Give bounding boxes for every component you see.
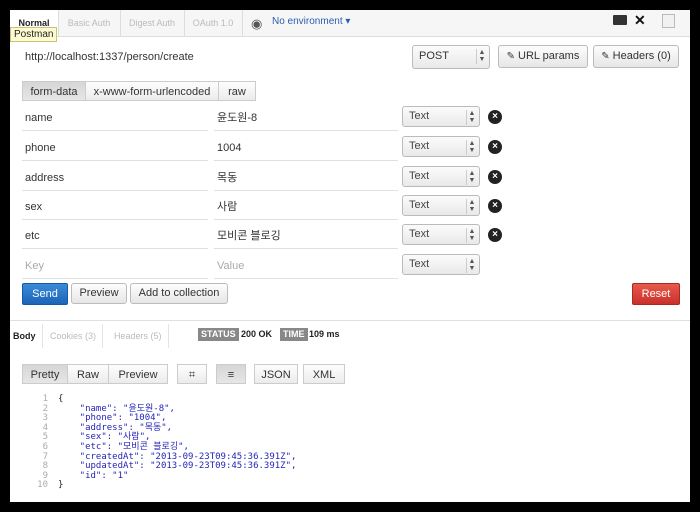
reset-button[interactable]: Reset — [632, 283, 680, 305]
param-type-select[interactable]: Text ▲ ▼ — [402, 254, 480, 275]
expand-icon[interactable]: ⌗ — [177, 364, 207, 384]
close-icon[interactable]: × — [488, 228, 502, 242]
param-type-label: Text — [409, 228, 430, 240]
param-key[interactable]: name — [22, 106, 208, 131]
param-type-label: Text — [409, 110, 430, 122]
param-type-label: Text — [409, 170, 430, 182]
tab-form-data[interactable]: form-data — [22, 81, 86, 101]
keyboard-icon[interactable] — [613, 15, 627, 25]
param-value[interactable]: 사람 — [214, 195, 398, 220]
param-type-label: Text — [409, 258, 430, 270]
window-icon[interactable] — [662, 14, 675, 28]
tab-body[interactable]: Body — [10, 324, 43, 348]
param-value[interactable]: 1004 — [214, 136, 398, 161]
line-number: 10 — [37, 480, 48, 491]
param-type-select[interactable]: Text ▲ ▼ — [402, 136, 480, 157]
tab-cookies[interactable]: Cookies (3) — [44, 324, 104, 348]
auth-tabs-bar: Normal Basic Auth Digest Auth OAuth 1.0 … — [10, 10, 690, 42]
code-line: } — [58, 480, 64, 491]
headers-label: Headers (0) — [612, 50, 671, 62]
close-icon[interactable]: × — [488, 170, 502, 184]
param-key[interactable]: address — [22, 166, 208, 191]
spinner-icon: ▲ ▼ — [466, 140, 477, 155]
param-key[interactable]: phone — [22, 136, 208, 161]
wrap-icon[interactable]: ≡ — [216, 364, 246, 384]
param-type-select[interactable]: Text ▲ ▼ — [402, 195, 480, 216]
param-type-label: Text — [409, 199, 430, 211]
view-pretty[interactable]: Pretty — [22, 364, 68, 384]
tooltip: Postman — [10, 27, 58, 42]
param-row-new: Key Value Text ▲ ▼ — [22, 254, 602, 284]
view-preview[interactable]: Preview — [108, 364, 168, 384]
close-icon[interactable]: × — [488, 199, 502, 213]
response-body: 1 { 2 "name": "윤도원-8", 3 "phone": "1004"… — [20, 394, 680, 499]
spinner-icon: ▲ ▼ — [466, 110, 477, 125]
format-json[interactable]: JSON — [254, 364, 298, 384]
spinner-icon: ▲ ▼ — [466, 258, 477, 273]
new-key-input[interactable]: Key — [22, 254, 208, 279]
tab-raw[interactable]: raw — [218, 81, 256, 101]
method-select[interactable]: POST ▲ ▼ — [412, 45, 490, 69]
param-type-select[interactable]: Text ▲ ▼ — [402, 106, 480, 127]
view-raw[interactable]: Raw — [67, 364, 109, 384]
preview-button[interactable]: Preview — [71, 283, 127, 304]
param-type-select[interactable]: Text ▲ ▼ — [402, 166, 480, 187]
format-xml[interactable]: XML — [303, 364, 345, 384]
param-type-label: Text — [409, 140, 430, 152]
status-badge: STATUS — [198, 328, 239, 341]
spinner-icon: ▲ ▼ — [476, 49, 487, 64]
status-value: 200 OK — [241, 329, 273, 339]
param-row: name 윤도원-8 Text ▲ ▼ × — [22, 106, 602, 136]
param-value[interactable]: 목동 — [214, 166, 398, 191]
edit-icon: ✎ — [601, 51, 610, 62]
divider — [10, 320, 690, 321]
tab-basic-auth[interactable]: Basic Auth — [58, 10, 121, 36]
time-badge: TIME — [280, 328, 308, 341]
url-params-label: URL params — [518, 50, 580, 62]
close-icon[interactable]: × — [488, 110, 502, 124]
tab-headers[interactable]: Headers (5) — [108, 324, 169, 348]
edit-icon: ✎ — [506, 51, 516, 62]
param-value[interactable]: 모비콘 블로깅 — [214, 224, 398, 249]
param-row: sex 사람 Text ▲ ▼ × — [22, 195, 602, 225]
param-key[interactable]: etc — [22, 224, 208, 249]
param-key[interactable]: sex — [22, 195, 208, 220]
code-line: "id": "1" — [58, 470, 129, 481]
spinner-icon: ▲ ▼ — [466, 228, 477, 243]
tab-oauth[interactable]: OAuth 1.0 — [184, 10, 243, 36]
tab-urlencoded[interactable]: x-www-form-urlencoded — [85, 81, 219, 101]
eye-icon[interactable]: ◉ — [251, 16, 262, 32]
url-params-button[interactable]: ✎ URL params — [498, 45, 588, 68]
tab-digest-auth[interactable]: Digest Auth — [120, 10, 185, 36]
param-type-select[interactable]: Text ▲ ▼ — [402, 224, 480, 245]
wrench-icon[interactable]: ✕ — [634, 12, 646, 29]
url-input[interactable]: http://localhost:1337/person/create — [22, 46, 415, 68]
postman-window: Normal Basic Auth Digest Auth OAuth 1.0 … — [10, 10, 690, 502]
param-row: phone 1004 Text ▲ ▼ × — [22, 136, 602, 166]
close-icon[interactable]: × — [488, 140, 502, 154]
param-row: address 목동 Text ▲ ▼ × — [22, 166, 602, 196]
environment-select[interactable]: No environment ▾ — [272, 16, 350, 27]
new-value-input[interactable]: Value — [214, 254, 398, 279]
time-value: 109 ms — [309, 329, 340, 339]
spinner-icon: ▲ ▼ — [466, 199, 477, 214]
method-label: POST — [419, 50, 449, 62]
param-row: etc 모비콘 블로깅 Text ▲ ▼ × — [22, 224, 602, 254]
add-to-collection-button[interactable]: Add to collection — [130, 283, 228, 304]
headers-button[interactable]: ✎ Headers (0) — [593, 45, 679, 68]
param-value[interactable]: 윤도원-8 — [214, 106, 398, 131]
spinner-icon: ▲ ▼ — [466, 170, 477, 185]
send-button[interactable]: Send — [22, 283, 68, 305]
